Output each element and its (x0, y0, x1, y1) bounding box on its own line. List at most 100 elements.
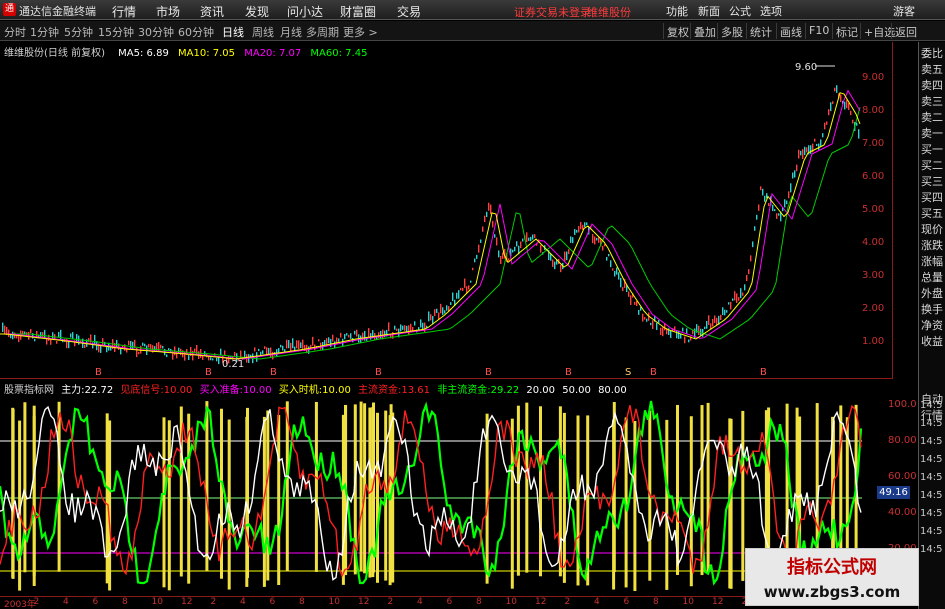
menu-news[interactable]: 资讯 (200, 3, 224, 20)
tab-multi-period[interactable]: 多周期 (306, 24, 339, 40)
candle (728, 302, 730, 305)
menu-discover[interactable]: 发现 (245, 3, 269, 20)
tab-30min[interactable]: 30分钟 (138, 24, 174, 40)
draw-button[interactable]: 画线 (776, 23, 805, 39)
menu-quotes[interactable]: 行情 (112, 3, 136, 20)
menu-layout[interactable]: 新面 (698, 3, 720, 19)
candle (726, 310, 728, 313)
candle (492, 220, 494, 228)
tab-60min[interactable]: 60分钟 (178, 24, 214, 40)
guest-label[interactable]: 游客 (893, 3, 915, 19)
candle (742, 292, 744, 296)
side-label[interactable]: 总量 (921, 270, 943, 286)
side-label[interactable]: 卖二 (921, 110, 943, 126)
side-label[interactable]: 买五 (921, 206, 943, 222)
price-tick: 5.00 (862, 204, 885, 215)
price-tick: 4.00 (862, 237, 885, 248)
candle (802, 149, 804, 160)
side-label[interactable]: 卖五 (921, 62, 943, 78)
menu-function[interactable]: 功能 (666, 3, 688, 19)
high-price-label: 9.60 (795, 62, 817, 73)
candle (846, 99, 848, 109)
candle (312, 336, 314, 346)
candle (602, 245, 604, 251)
candle (552, 259, 554, 267)
candle (788, 191, 790, 199)
price-tick: 1.00 (862, 336, 885, 347)
candle (308, 346, 310, 354)
login-alert[interactable]: 证券交易未登录 (514, 4, 591, 20)
tab-5min[interactable]: 5分钟 (64, 24, 93, 40)
side-label[interactable]: 买二 (921, 158, 943, 174)
candle (430, 314, 432, 321)
menu-formula[interactable]: 公式 (729, 3, 751, 19)
menu-wealth[interactable]: 财富圈 (340, 3, 376, 20)
candle (494, 234, 496, 238)
menu-market[interactable]: 市场 (156, 3, 180, 20)
stats-button[interactable]: 统计 (746, 23, 775, 39)
side-label[interactable]: 收益 (921, 334, 943, 350)
candle (806, 147, 808, 153)
tab-more[interactable]: 更多 > (343, 24, 378, 40)
side-label[interactable]: 净资 (921, 318, 943, 334)
candle (620, 277, 622, 288)
candle (686, 328, 688, 334)
candle (618, 272, 620, 280)
candle (834, 87, 836, 92)
side-label[interactable]: 买四 (921, 190, 943, 206)
candle (746, 274, 748, 282)
trade-marker: B (760, 367, 767, 378)
candle (458, 290, 460, 299)
signal-bar (562, 412, 566, 583)
tab-intraday[interactable]: 分时 (4, 24, 26, 40)
side-label[interactable]: 涨跌 (921, 238, 943, 254)
candle (754, 226, 756, 231)
multi-stock-button[interactable]: 多股 (717, 23, 746, 39)
candle (584, 222, 586, 228)
candle (616, 267, 618, 275)
side-label[interactable]: 现价 (921, 222, 943, 238)
candle (564, 251, 566, 262)
candle (774, 209, 776, 212)
signal-bar (525, 402, 529, 573)
candle (768, 203, 770, 206)
candle (534, 234, 536, 238)
stock-alert[interactable]: 维维股份 (587, 4, 631, 20)
side-label[interactable]: 委比 (921, 46, 943, 62)
tab-monthly[interactable]: 月线 (280, 24, 302, 40)
candle (652, 320, 654, 329)
overlay-button[interactable]: 叠加 (690, 23, 719, 39)
candle (592, 234, 594, 244)
date-tick: 8 (653, 597, 659, 607)
tab-15min[interactable]: 15分钟 (98, 24, 134, 40)
f10-button[interactable]: F10 (805, 23, 832, 39)
candle (482, 226, 484, 232)
candle (346, 333, 348, 336)
side-label[interactable]: 外盘 (921, 286, 943, 302)
side-label[interactable]: 卖三 (921, 94, 943, 110)
candle (508, 258, 510, 261)
menu-trade[interactable]: 交易 (397, 3, 421, 20)
side-label[interactable]: 卖一 (921, 126, 943, 142)
side-label[interactable]: 换手 (921, 302, 943, 318)
adjust-button[interactable]: 复权 (663, 23, 692, 39)
candle (830, 102, 832, 112)
back-button[interactable]: 返回 (891, 23, 920, 39)
candle (2, 322, 4, 332)
candle (804, 146, 806, 156)
candle (462, 287, 464, 291)
side-label[interactable]: 卖四 (921, 78, 943, 94)
tab-1min[interactable]: 1分钟 (30, 24, 59, 40)
side-label[interactable]: 买三 (921, 174, 943, 190)
candle (8, 329, 10, 338)
candle (120, 348, 122, 355)
side-label[interactable]: 涨幅 (921, 254, 943, 270)
tab-weekly[interactable]: 周线 (252, 24, 274, 40)
mark-button[interactable]: 标记 (832, 23, 861, 39)
tab-daily[interactable]: 日线 (222, 24, 244, 40)
menu-options[interactable]: 选项 (760, 3, 782, 19)
side-label[interactable]: 买一 (921, 142, 943, 158)
candle (60, 329, 62, 340)
candle (364, 330, 366, 341)
menu-ask[interactable]: 问小达 (287, 3, 323, 20)
